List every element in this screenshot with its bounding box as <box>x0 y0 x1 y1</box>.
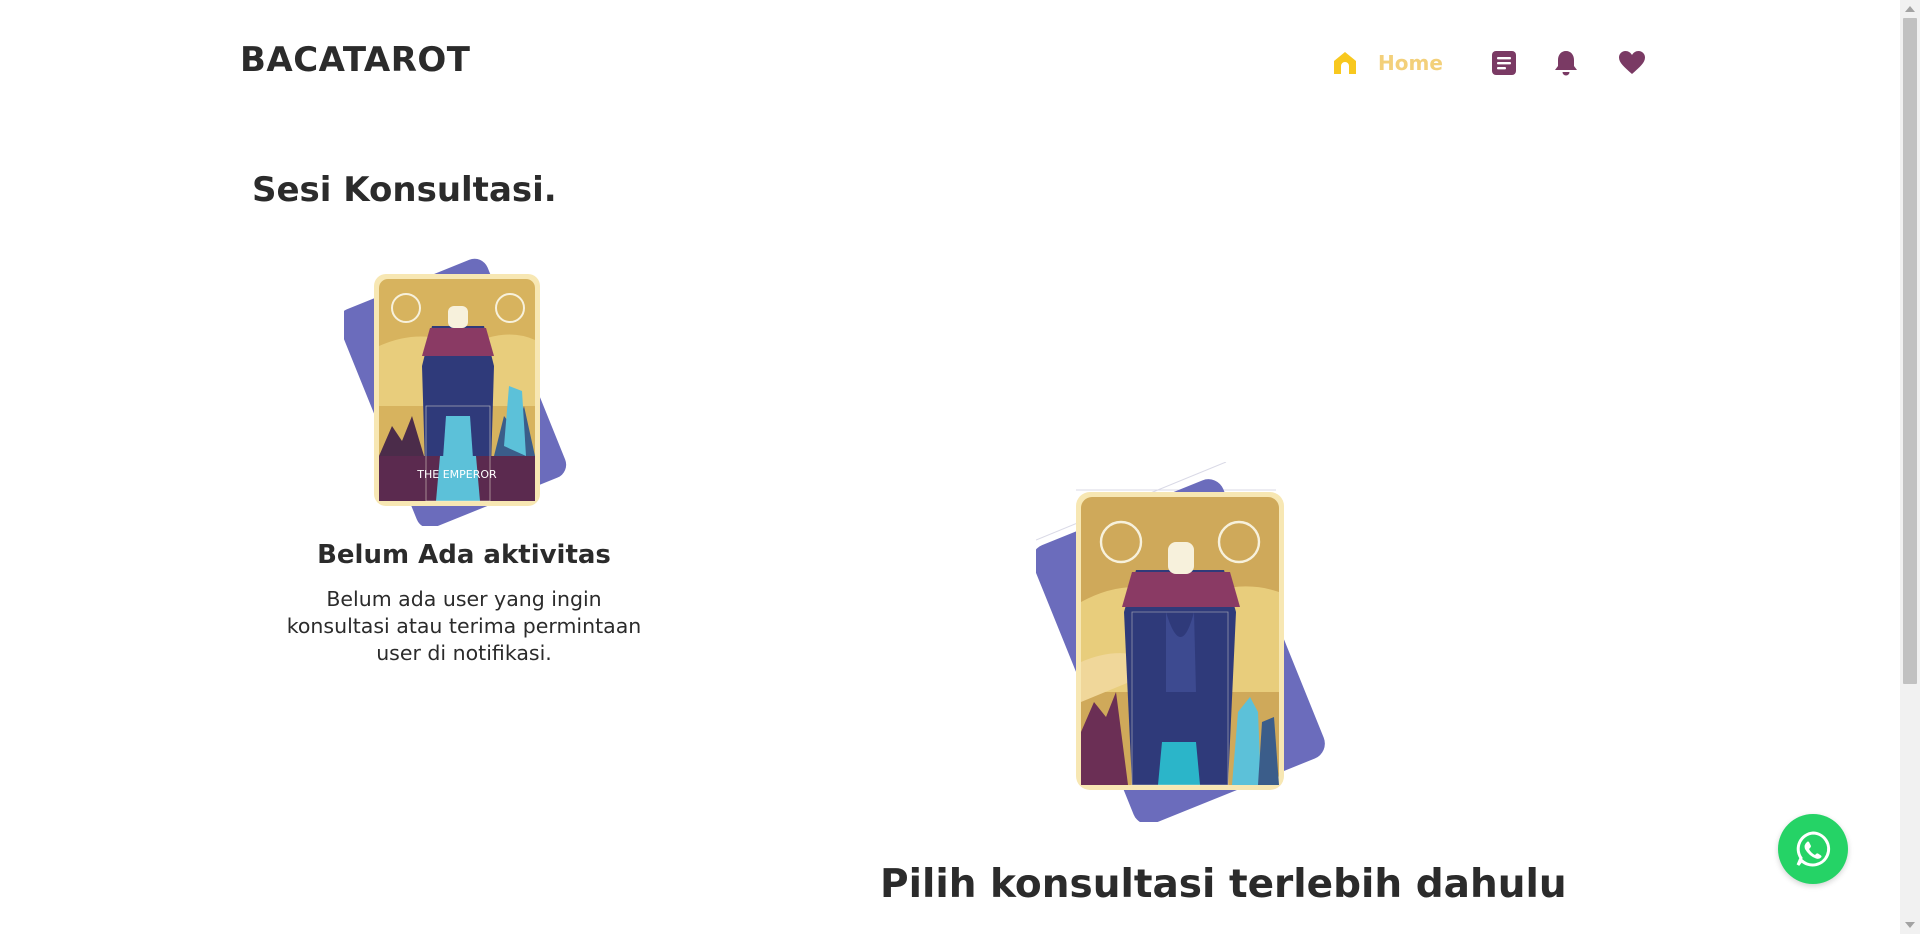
tarot-card-illustration: THE EMPEROR <box>338 256 584 529</box>
tarot-card-caption: THE EMPEROR <box>416 468 497 481</box>
page-scrollbar[interactable] <box>1900 0 1920 934</box>
document-icon[interactable] <box>1489 48 1519 78</box>
page-title: Sesi Konsultasi. <box>252 170 557 210</box>
whatsapp-button[interactable] <box>1778 814 1848 884</box>
page: BACATAROT Home Sesi Konsultasi. THE EMPE… <box>0 0 1920 934</box>
scroll-thumb[interactable] <box>1903 18 1917 684</box>
top-nav: Home <box>1330 46 1647 80</box>
nav-home-link[interactable]: Home <box>1330 48 1443 78</box>
bell-icon[interactable] <box>1551 48 1581 78</box>
heart-icon[interactable] <box>1617 48 1647 78</box>
scroll-up-arrow[interactable] <box>1905 6 1915 12</box>
whatsapp-icon <box>1793 829 1833 869</box>
empty-state-heading: Belum Ada aktivitas <box>317 540 611 570</box>
choose-consultation-prompt: Pilih konsultasi terlebih dahulu <box>880 862 1567 907</box>
empty-state-description: Belum ada user yang ingin konsultasi ata… <box>286 587 642 665</box>
brand-logo[interactable]: BACATAROT <box>240 40 471 80</box>
choose-consultation-illustration <box>1032 461 1346 825</box>
scroll-down-arrow[interactable] <box>1905 922 1915 928</box>
nav-home-label: Home <box>1378 51 1443 75</box>
home-icon <box>1330 48 1360 78</box>
